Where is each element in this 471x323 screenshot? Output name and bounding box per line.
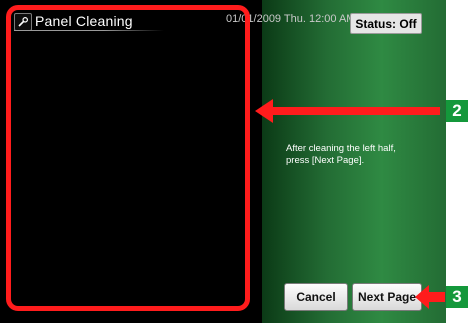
instruction-text: After cleaning the left half, press [Nex… [286,143,396,166]
callout-badge-2: 2 [446,100,468,122]
cancel-button[interactable]: Cancel [284,283,348,311]
status-badge: Status: Off [350,13,422,34]
highlight-frame [6,5,250,311]
callout-arrow-2 [255,99,440,123]
next-page-button[interactable]: Next Page [352,283,422,311]
callout-arrow-3 [415,285,445,309]
callout-badge-3: 3 [446,286,468,308]
